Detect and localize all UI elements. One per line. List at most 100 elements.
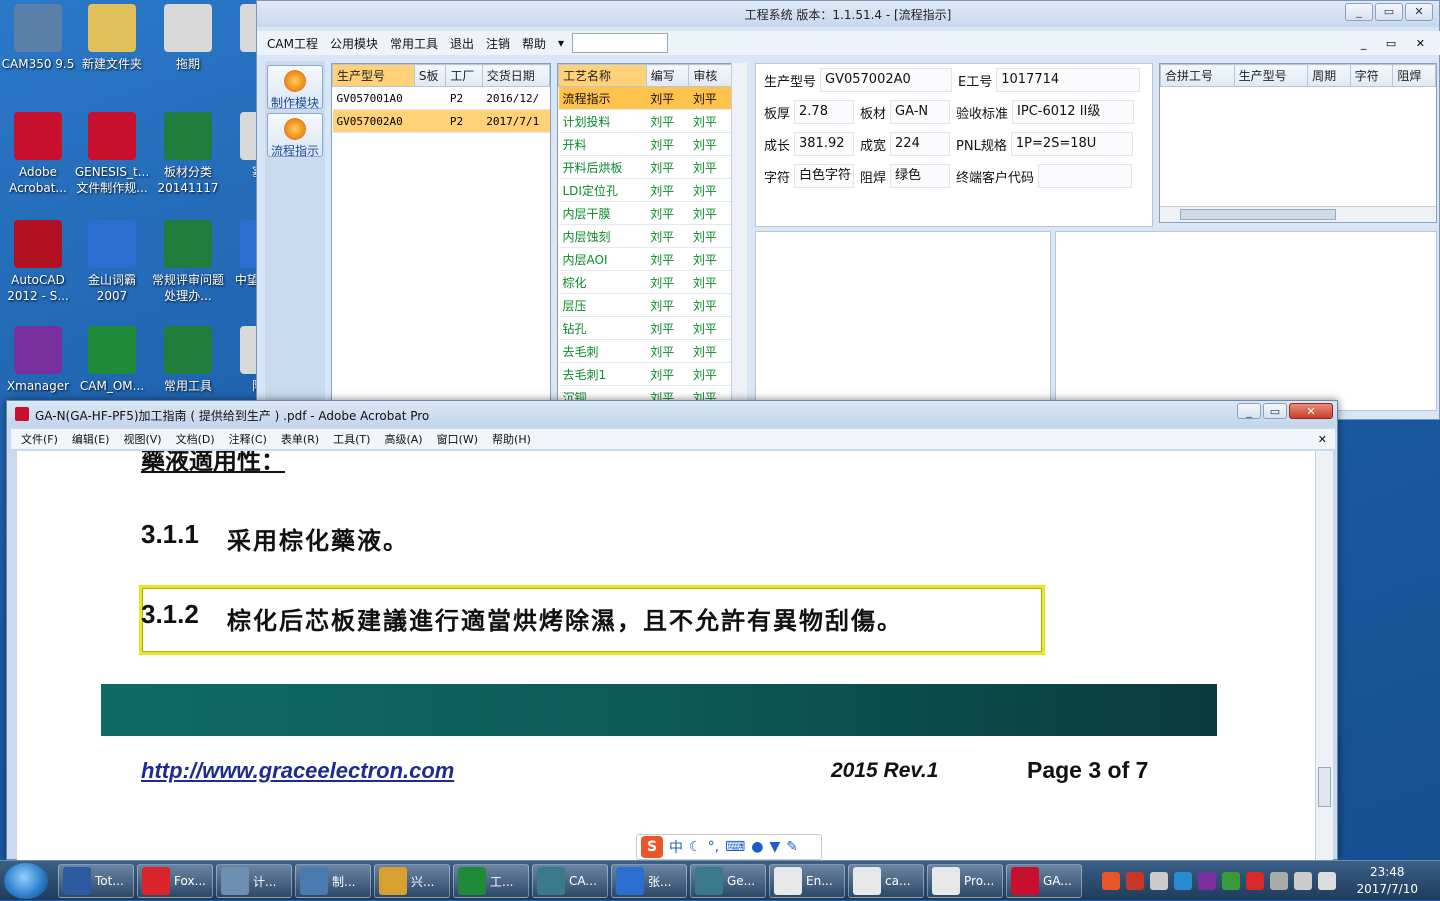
desktop-icon[interactable]: 金山词霸 2007 (74, 220, 150, 304)
volume-icon[interactable] (1318, 872, 1336, 890)
merge-grid[interactable]: 合拼工号 生产型号 周期 字符 阻焊 (1159, 63, 1437, 223)
desktop-icon[interactable]: CAM350 9.5 (0, 4, 76, 72)
erp-titlebar[interactable]: 工程系统 版本：1.1.51.4 - [流程指示] _ ▭ ✕ (257, 1, 1439, 27)
menu-public[interactable]: 公用模块 (330, 35, 378, 52)
taskbar-button[interactable]: GA... (1006, 864, 1082, 898)
width-field[interactable]: 224 (890, 132, 951, 156)
menu-file[interactable]: 文件(F) (21, 431, 58, 447)
orders-grid[interactable]: 生产型号 S板 工厂 交货日期 GV057001A0 P2 2016/12/GV05700… (331, 63, 551, 403)
merge-hscroll-thumb[interactable] (1180, 209, 1336, 220)
taskbar-button[interactable]: En... (769, 864, 845, 898)
table-row[interactable]: 去毛刺1 刘平 刘平 (558, 362, 732, 386)
menu-advanced[interactable]: 高级(A) (384, 431, 422, 447)
desktop-icon[interactable]: 新建文件夹 (74, 4, 150, 72)
table-row[interactable]: GV057002A0 P2 2017/7/1 (332, 109, 550, 133)
mask-field[interactable]: 绿色 (890, 164, 951, 188)
security-tray-icon[interactable] (1222, 872, 1240, 890)
table-row[interactable]: 开料 刘平 刘平 (558, 132, 732, 156)
column-header[interactable]: 交货日期 (481, 64, 550, 87)
taskbar-button[interactable]: ca... (848, 864, 924, 898)
taskbar-button[interactable]: 兴... (374, 864, 450, 898)
monitor-tray-icon[interactable] (1294, 872, 1312, 890)
desktop-icon[interactable]: 常用工具 (150, 326, 226, 394)
close-document-icon[interactable]: ✕ (1318, 433, 1327, 446)
table-row[interactable]: 流程指示 刘平 刘平 (558, 86, 732, 110)
menu-view[interactable]: 视图(V) (123, 431, 161, 447)
ime-mode[interactable]: 中 (669, 837, 683, 857)
table-row[interactable]: 去毛刺 刘平 刘平 (558, 339, 732, 363)
clock[interactable]: 23:48 2017/7/10 (1356, 864, 1418, 898)
table-row[interactable]: 内层AOI 刘平 刘平 (558, 247, 732, 271)
close-button[interactable]: ✕ (1289, 403, 1333, 419)
erp-window[interactable]: 工程系统 版本：1.1.51.4 - [流程指示] _ ▭ ✕ CAM工程 公用… (256, 0, 1440, 421)
toolbar-combo[interactable] (572, 33, 669, 53)
desktop-icon[interactable]: AutoCAD 2012 - S... (0, 220, 76, 304)
merge-hscroll[interactable] (1160, 206, 1436, 222)
ime-toolbar[interactable]: S 中 ☾ °, ⌨ ● ▼ ✎ (636, 834, 822, 860)
table-row[interactable]: 棕化 刘平 刘平 (558, 270, 732, 294)
table-row[interactable]: 开料后烘板 刘平 刘平 (558, 155, 732, 179)
menu-logout[interactable]: 注销 (486, 35, 510, 52)
desktop-icon[interactable]: 常规评审问题处理办... (150, 220, 226, 304)
menu-more-icon[interactable]: ▾ (558, 36, 564, 50)
column-header[interactable]: 周期 (1307, 64, 1351, 87)
pen-tray-icon[interactable] (1126, 872, 1144, 890)
pnl-field[interactable]: 1P=2S=18U (1010, 132, 1133, 156)
feiq-tray-icon[interactable] (1174, 872, 1192, 890)
menu-cam[interactable]: CAM工程 (267, 35, 318, 52)
menu-tools[interactable]: 工具(T) (333, 431, 370, 447)
footer-link[interactable]: http://www.graceelectron.com (141, 758, 454, 784)
acrobat-window[interactable]: GA-N(GA-HF-PF5)加工指南 ( 提供给到生产 ) .pdf - Ad… (6, 400, 1338, 861)
menu-help[interactable]: 帮助(H) (492, 431, 531, 447)
moon-icon[interactable]: ☾ (689, 839, 702, 855)
column-header[interactable]: 工艺名称 (558, 64, 647, 87)
desktop-icon[interactable]: CAM_OM... (74, 326, 150, 394)
process-grid[interactable]: 工艺名称 编写 审核 流程指示 刘平 刘平 计划投料 刘平 刘平 开料 刘平 刘平 开料后烘板 刘平 刘平… (557, 63, 747, 403)
taskbar-button[interactable]: 工... (453, 864, 529, 898)
std-field[interactable]: IPC-6012 II级 (1012, 100, 1135, 124)
thick-field[interactable]: 2.78 (794, 100, 855, 124)
start-button[interactable] (4, 863, 48, 899)
pdf-page[interactable]: 藥液適用性： 3.1.1 采用棕化藥液。 3.1.2 棕化后芯板建議進行適當烘烤… (17, 451, 1315, 861)
acrobat-titlebar[interactable]: GA-N(GA-HF-PF5)加工指南 ( 提供给到生产 ) .pdf - Ad… (7, 401, 1337, 427)
desktop-icon[interactable]: 拖期 (150, 4, 226, 72)
column-header[interactable]: 阻焊 (1392, 64, 1436, 87)
column-header[interactable]: 合拼工号 (1160, 64, 1235, 87)
menu-edit[interactable]: 编辑(E) (72, 431, 110, 447)
maximize-button[interactable]: ▭ (1375, 3, 1403, 21)
taskbar-button[interactable]: Tot... (58, 864, 134, 898)
length-field[interactable]: 381.92 (794, 132, 855, 156)
wrench-icon[interactable]: ✎ (786, 839, 798, 855)
user-icon[interactable]: ● (751, 839, 763, 855)
table-row[interactable]: 层压 刘平 刘平 (558, 293, 732, 317)
menu-tools[interactable]: 常用工具 (390, 35, 438, 52)
sogou-icon[interactable]: S (641, 836, 663, 858)
column-header[interactable]: 编写 (645, 64, 690, 87)
mdi-controls[interactable]: _ ▭ ✕ (1361, 37, 1433, 50)
maximize-button[interactable]: ▭ (1263, 403, 1287, 419)
table-row[interactable]: 计划投料 刘平 刘平 (558, 109, 732, 133)
xmanager-tray-icon[interactable] (1198, 872, 1216, 890)
document-scrollbar[interactable] (1315, 451, 1333, 861)
char-field[interactable]: 白色字符 (794, 164, 855, 188)
nav-flow[interactable]: 流程指示 (267, 113, 323, 158)
flag-tray-icon[interactable] (1270, 872, 1288, 890)
cust-field[interactable] (1038, 164, 1133, 188)
menu-forms[interactable]: 表单(R) (281, 431, 319, 447)
column-header[interactable]: 生产型号 (1233, 64, 1309, 87)
keyboard-icon[interactable]: ⌨ (725, 839, 745, 855)
desktop-icon[interactable]: 板材分类 20141117 (150, 112, 226, 196)
desktop-icon[interactable]: Xmanager (0, 326, 76, 394)
scroll-thumb[interactable] (1318, 767, 1331, 807)
taskbar-button[interactable]: 制... (295, 864, 371, 898)
desktop-icon[interactable]: Adobe Acrobat... (0, 112, 76, 196)
app-tray-icon[interactable] (1246, 872, 1264, 890)
skin-icon[interactable]: ▼ (769, 839, 780, 855)
column-header[interactable]: 工厂 (445, 64, 483, 87)
minimize-button[interactable]: _ (1237, 403, 1261, 419)
menu-exit[interactable]: 退出 (450, 35, 474, 52)
sogou-tray-icon[interactable] (1102, 872, 1120, 890)
taskbar-button[interactable]: Pro... (927, 864, 1003, 898)
minimize-button[interactable]: _ (1345, 3, 1373, 21)
product-field[interactable]: GV057002A0 (820, 68, 953, 92)
